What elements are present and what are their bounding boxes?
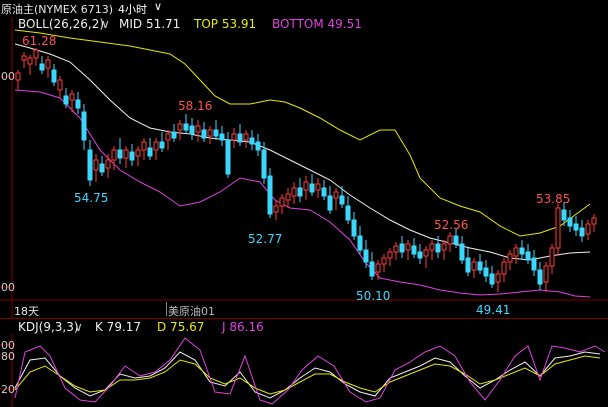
kdj-d-line: [14, 355, 601, 395]
kdj-axis-label: 20: [1, 383, 15, 396]
kdj-chart[interactable]: [0, 0, 608, 407]
kdj-k-line: [14, 351, 601, 399]
kdj-axis-label: 80: [1, 350, 15, 363]
